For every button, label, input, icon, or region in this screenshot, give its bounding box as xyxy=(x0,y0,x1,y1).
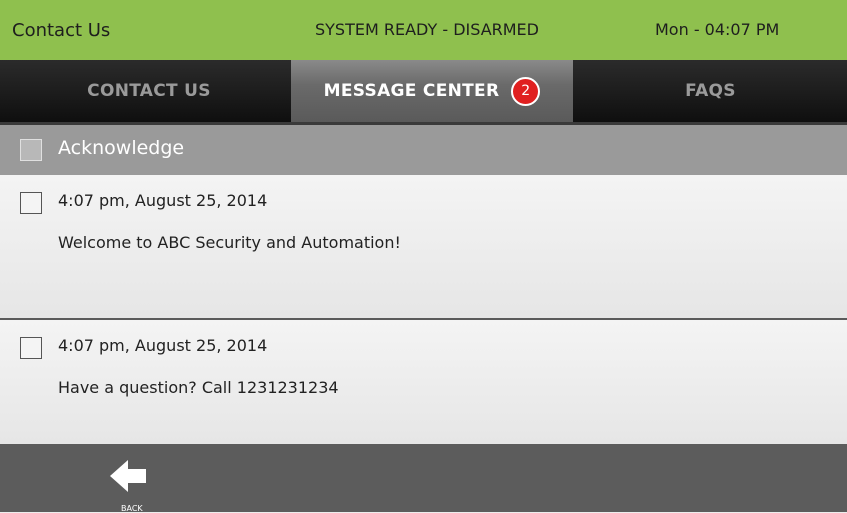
clock: Mon - 04:07 PM xyxy=(655,20,780,39)
message-text: Welcome to ABC Security and Automation! xyxy=(58,233,401,252)
message-item[interactable]: 4:07 pm, August 25, 2014 Welcome to ABC … xyxy=(0,175,847,320)
left-arrow-icon xyxy=(110,460,146,492)
unread-count-badge: 2 xyxy=(511,76,541,106)
tab-contact-us[interactable]: CONTACT US xyxy=(8,60,290,122)
message-date: 4:07 pm, August 25, 2014 xyxy=(58,191,268,210)
message-date: 4:07 pm, August 25, 2014 xyxy=(58,336,268,355)
acknowledge-bar: Acknowledge xyxy=(0,125,847,175)
message-checkbox[interactable] xyxy=(20,192,42,214)
tab-faqs[interactable]: FAQS xyxy=(574,60,847,122)
tab-bar: CONTACT US MESSAGE CENTER 2 FAQS xyxy=(0,60,847,124)
bottom-bar xyxy=(0,444,847,512)
acknowledge-label: Acknowledge xyxy=(58,137,185,159)
tab-message-center[interactable]: MESSAGE CENTER 2 xyxy=(291,60,573,122)
message-item[interactable]: 4:07 pm, August 25, 2014 Have a question… xyxy=(0,320,847,444)
status-bar: Contact Us SYSTEM READY - DISARMED Mon -… xyxy=(0,0,847,60)
tab-label: FAQS xyxy=(685,81,736,101)
message-text: Have a question? Call 1231231234 xyxy=(58,378,339,397)
tab-label: MESSAGE CENTER xyxy=(323,81,500,101)
tab-label: CONTACT US xyxy=(87,81,211,101)
acknowledge-checkbox[interactable] xyxy=(20,139,42,161)
message-checkbox[interactable] xyxy=(20,337,42,359)
system-status: SYSTEM READY - DISARMED xyxy=(315,20,539,39)
page-title: Contact Us xyxy=(12,20,111,41)
